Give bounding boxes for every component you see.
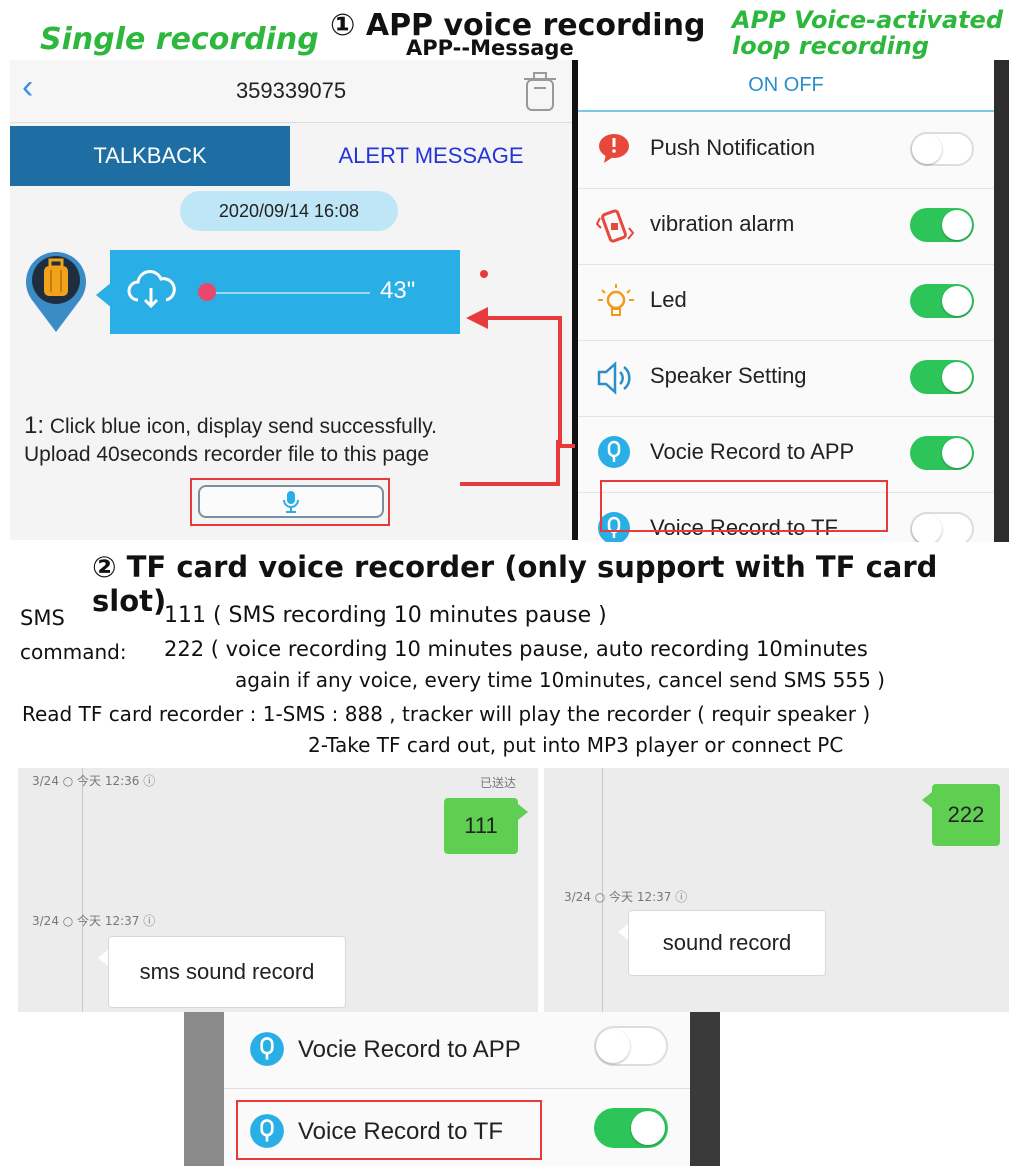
device-id-title: 359339075 bbox=[235, 78, 347, 103]
red-arrow-connector bbox=[390, 290, 590, 505]
setting-row-vibration-alarm: vibration alarm bbox=[578, 188, 994, 265]
tab-talkback[interactable]: TALKBACK bbox=[10, 126, 290, 186]
sms-value: 111 ( SMS recording 10 minutes pause ) bbox=[164, 603, 607, 628]
caption-loop-recording: loop recording bbox=[732, 32, 930, 60]
read-tf-line-1: Read TF card recorder : 1-SMS : 888 , tr… bbox=[22, 702, 871, 726]
led-icon bbox=[596, 282, 636, 327]
command-value-continued: again if any voice, every time 10minutes… bbox=[235, 668, 885, 692]
setting-row-speaker: Speaker Setting bbox=[578, 340, 994, 417]
timestamp: 3/24 ○ 今天 12:37 ⓘ bbox=[32, 914, 156, 928]
toggle-led[interactable] bbox=[910, 284, 974, 318]
caption-voice-activated: APP Voice-activated bbox=[732, 6, 1004, 34]
command-label: command: bbox=[20, 640, 127, 664]
delivery-status: 已送达 bbox=[480, 776, 517, 790]
toggle-vibration-alarm[interactable] bbox=[910, 208, 974, 242]
toggle-knob bbox=[631, 1111, 665, 1145]
toggle-speaker[interactable] bbox=[910, 360, 974, 394]
toggle-knob bbox=[942, 210, 972, 240]
panel-edge bbox=[690, 1012, 720, 1166]
sent-message-bubble[interactable]: 222 bbox=[932, 784, 1000, 846]
message-date: 2020/09/14 16:08 bbox=[180, 191, 398, 231]
setting-row-push-notification: Push Notification bbox=[578, 112, 994, 189]
toggle-record-to-app[interactable] bbox=[594, 1026, 668, 1066]
setting-label: vibration alarm bbox=[650, 211, 795, 236]
record-mic-button[interactable] bbox=[198, 485, 384, 518]
chat-screenshot-sms: 3/24 ○ 今天 12:36 ⓘ 已送达 111 3/24 ○ 今天 12:3… bbox=[18, 768, 538, 1012]
toggle-record-to-app[interactable] bbox=[910, 436, 974, 470]
tab-alert-message[interactable]: ALERT MESSAGE bbox=[290, 126, 572, 186]
read-tf-line-2: 2-Take TF card out, put into MP3 player … bbox=[308, 733, 844, 757]
cloud-download-icon[interactable] bbox=[126, 270, 176, 315]
timestamp: 3/24 ○ 今天 12:37 ⓘ bbox=[564, 890, 688, 904]
setting-label: Push Notification bbox=[650, 135, 816, 160]
message-header: ‹ 359339075 bbox=[10, 60, 572, 123]
settings-screen: ON OFF Push Notification vibration alarm… bbox=[578, 60, 994, 542]
record-icon bbox=[248, 1030, 286, 1073]
record-to-tf-highlight bbox=[236, 1100, 542, 1160]
toggle-push-notification[interactable] bbox=[910, 132, 974, 166]
received-message-bubble[interactable]: sms sound record bbox=[108, 936, 346, 1008]
setting-label: Vocie Record to APP bbox=[650, 439, 855, 464]
trash-icon[interactable] bbox=[522, 70, 558, 119]
caption-app-message: APP--Message bbox=[406, 36, 574, 60]
record-icon bbox=[596, 434, 632, 475]
record-to-app-highlight bbox=[600, 480, 888, 532]
notification-icon bbox=[596, 130, 632, 171]
caption-single-recording: Single recording bbox=[40, 22, 319, 57]
instruction-line-1: 1: Click blue icon, display send success… bbox=[24, 412, 437, 440]
command-value: 222 ( voice recording 10 minutes pause, … bbox=[164, 637, 868, 661]
toggle-record-to-tf[interactable] bbox=[910, 512, 974, 542]
microphone-icon bbox=[282, 490, 300, 519]
bubble-tail bbox=[922, 792, 932, 808]
toggle-knob bbox=[596, 1029, 630, 1063]
timestamp: 3/24 ○ 今天 12:36 ⓘ bbox=[32, 774, 156, 788]
instruction-number: 1: bbox=[24, 412, 45, 439]
chat-screenshot-command: 222 3/24 ○ 今天 12:37 ⓘ sound record bbox=[544, 768, 1009, 1012]
toggle-knob bbox=[912, 134, 942, 164]
settings-header: ON OFF bbox=[578, 60, 994, 112]
bubble-tail bbox=[618, 924, 628, 940]
vibration-icon bbox=[595, 206, 636, 251]
voice-duration: 43" bbox=[380, 277, 416, 304]
toggle-knob bbox=[942, 362, 972, 392]
toggle-knob bbox=[942, 286, 972, 316]
bubble-tail bbox=[518, 804, 528, 820]
setting-label: Led bbox=[650, 287, 687, 312]
setting-label-record-to-app: Vocie Record to APP bbox=[298, 1036, 521, 1063]
toggle-knob bbox=[912, 514, 942, 542]
instruction-line-2: Upload 40seconds recorder file to this p… bbox=[24, 443, 430, 466]
voice-message-bubble[interactable]: 43" bbox=[110, 250, 460, 334]
bubble-tail bbox=[98, 950, 108, 966]
setting-row-led: Led bbox=[578, 264, 994, 341]
speaker-icon bbox=[596, 358, 636, 403]
received-message-bubble[interactable]: sound record bbox=[628, 910, 826, 976]
playback-handle[interactable] bbox=[198, 283, 216, 301]
playback-track[interactable] bbox=[210, 292, 370, 294]
panel-edge bbox=[994, 60, 1009, 542]
luggage-icon bbox=[24, 248, 88, 339]
row-divider bbox=[224, 1088, 690, 1089]
panel-edge bbox=[184, 1012, 224, 1166]
timeline-line bbox=[82, 768, 83, 1012]
toggle-record-to-tf[interactable] bbox=[594, 1108, 668, 1148]
setting-label: Speaker Setting bbox=[650, 363, 807, 388]
sent-message-bubble[interactable]: 111 bbox=[444, 798, 518, 854]
instruction-text-1: Click blue icon, display send successful… bbox=[44, 415, 437, 438]
unread-dot bbox=[480, 270, 488, 278]
toggle-knob bbox=[942, 438, 972, 468]
sms-label: SMS bbox=[20, 606, 65, 630]
